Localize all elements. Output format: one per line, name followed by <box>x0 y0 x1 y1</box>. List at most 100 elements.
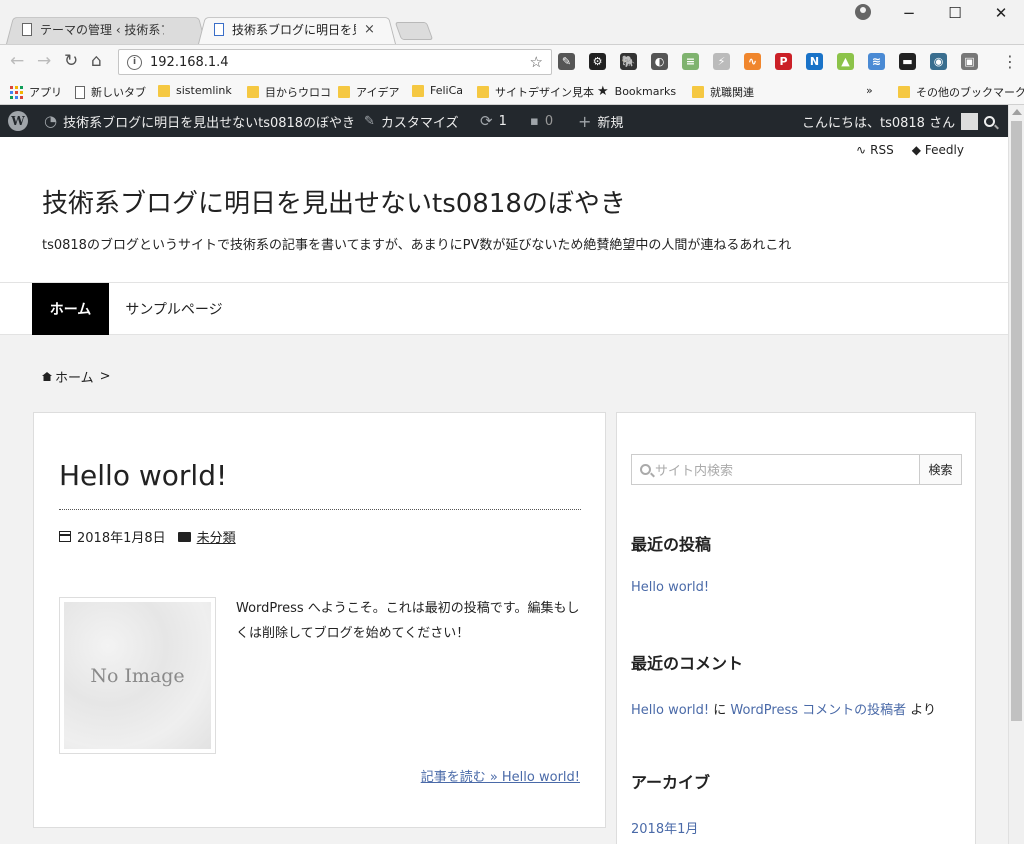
breadcrumb-separator: > <box>99 369 111 384</box>
feedly-link[interactable]: ◆ Feedly <box>912 143 964 157</box>
scroll-up-icon[interactable] <box>1012 109 1022 115</box>
profile-icon[interactable] <box>855 4 871 20</box>
minimize-button[interactable]: − <box>886 4 932 22</box>
bookmarks-overflow-button[interactable]: » <box>866 84 873 97</box>
android-icon[interactable]: ▲ <box>837 53 854 70</box>
site-header: ∿ RSS ◆ Feedly 技術系ブログに明日を見出せないts0818のぼやき t… <box>0 137 1008 283</box>
bookmark-apps[interactable]: アプリ <box>10 84 62 100</box>
archives-title: アーカイブ <box>631 773 711 792</box>
admin-new[interactable]: + 新規 <box>578 105 623 137</box>
search-input[interactable]: サイト内検索 <box>632 455 919 484</box>
nav-item-sample-page[interactable]: サンプルページ <box>109 283 239 335</box>
chrome-menu-icon[interactable]: ⋮ <box>1002 52 1018 71</box>
bookmark-new-tab[interactable]: 新しいタブ <box>75 84 146 100</box>
bookmark-job[interactable]: 就職関連 <box>692 84 754 100</box>
recent-posts-title: 最近の投稿 <box>631 535 712 554</box>
folder-icon <box>177 531 191 542</box>
folder-icon <box>412 84 424 97</box>
wordpress-icon: W <box>8 111 28 131</box>
search-icon <box>984 115 995 127</box>
close-window-button[interactable]: ✕ <box>978 4 1024 22</box>
scroll-thumb[interactable] <box>1011 121 1022 721</box>
folder-icon <box>692 86 704 98</box>
folder-icon <box>477 86 489 98</box>
folder-icon <box>158 84 170 97</box>
reload-icon[interactable]: ↻ <box>64 51 78 71</box>
folder-icon <box>898 86 910 98</box>
star-icon: ★ <box>597 84 609 99</box>
comment-author-link[interactable]: WordPress コメントの投稿者 <box>730 703 906 718</box>
new-ext-icon[interactable]: N <box>806 53 823 70</box>
title-divider <box>59 509 581 510</box>
evernote-icon[interactable]: 🐘 <box>620 53 637 70</box>
bookmark-sistemlink[interactable]: sistemlink <box>158 84 232 97</box>
page-icon <box>75 85 85 99</box>
breadcrumb: ホーム > <box>42 367 111 386</box>
admin-updates[interactable]: ⟳ 1 <box>480 105 507 137</box>
admin-my-account[interactable]: こんにちは、ts0818 さん <box>802 105 979 137</box>
rss-link[interactable]: ∿ RSS <box>856 143 894 157</box>
bookmark-idea[interactable]: アイデア <box>338 84 399 100</box>
bookmark-bookmarks[interactable]: ★ Bookmarks <box>597 84 676 99</box>
title-bar: テーマの管理 ‹ 技術系ブログ 技術系ブログに明日を見出せな × − ☐ ✕ <box>0 0 1024 44</box>
rss-ext-icon[interactable]: ∿ <box>744 53 761 70</box>
admin-search[interactable] <box>984 105 995 137</box>
tab-theme-admin[interactable]: テーマの管理 ‹ 技術系ブログ <box>6 15 206 44</box>
archive-link[interactable]: 2018年1月 <box>631 818 698 837</box>
admin-site-name[interactable]: ◔ 技術系ブログに明日を見出せないts0818のぼやき <box>44 105 355 137</box>
wp-admin-bar: W ◔ 技術系ブログに明日を見出せないts0818のぼやき ✎ カスタマイズ ⟳… <box>0 105 1008 137</box>
bolt-ext-icon[interactable]: ⚡ <box>713 53 730 70</box>
calendar-icon <box>59 531 71 542</box>
back-arrow-icon[interactable]: ← <box>10 51 24 71</box>
global-nav: ホーム サンプルページ <box>0 283 1008 335</box>
no-image-placeholder: No Image <box>64 602 211 749</box>
dashboard-icon: ◔ <box>44 112 58 130</box>
tab-close-icon[interactable]: × <box>364 22 375 37</box>
recent-post-link[interactable]: Hello world! <box>631 580 709 595</box>
bookmark-star-icon[interactable]: ☆ <box>530 53 543 71</box>
recent-comment-item: Hello world! に WordPress コメントの投稿者 より <box>631 703 936 718</box>
comment-post-link[interactable]: Hello world! <box>631 703 709 718</box>
search-icon <box>640 464 651 475</box>
image-ext-icon[interactable]: ▣ <box>961 53 978 70</box>
translate-ext-icon[interactable]: ≋ <box>868 53 885 70</box>
address-bar[interactable]: i 192.168.1.4 ☆ <box>118 49 552 75</box>
forward-arrow-icon[interactable]: → <box>37 51 51 71</box>
bookmark-site-design[interactable]: サイトデザイン見本 <box>477 84 594 100</box>
bookmark-other[interactable]: その他のブックマーク <box>898 84 1024 100</box>
url-text[interactable]: 192.168.1.4 <box>150 55 530 70</box>
favicon-icon <box>214 23 224 36</box>
admin-customize[interactable]: ✎ カスタマイズ <box>364 105 459 137</box>
read-more-link[interactable]: 記事を読む » Hello world! <box>421 766 580 785</box>
post-thumbnail[interactable]: No Image <box>59 597 216 754</box>
new-tab-button[interactable] <box>394 22 434 40</box>
nav-item-home[interactable]: ホーム <box>32 283 109 335</box>
brush-icon: ✎ <box>364 113 375 129</box>
bookmark-me-kara-uroko[interactable]: 目からウロコ <box>247 84 331 100</box>
updates-icon: ⟳ <box>480 112 493 130</box>
eye-ext-icon[interactable]: ◉ <box>930 53 947 70</box>
folder-icon <box>338 86 350 98</box>
pinterest-icon[interactable]: P <box>775 53 792 70</box>
shield-ext-icon[interactable]: ◐ <box>651 53 668 70</box>
gear-ext-icon[interactable]: ⚙ <box>589 53 606 70</box>
page-scrollbar[interactable] <box>1008 105 1024 844</box>
site-title[interactable]: 技術系ブログに明日を見出せないts0818のぼやき <box>42 183 626 220</box>
terminal-ext-icon[interactable]: ▬ <box>899 53 916 70</box>
info-icon[interactable]: i <box>127 54 142 70</box>
folder-icon <box>247 86 259 98</box>
tab-blog[interactable]: 技術系ブログに明日を見出せな × <box>198 15 396 44</box>
bookmark-felica[interactable]: FeliCa <box>412 84 463 97</box>
post-title[interactable]: Hello world! <box>59 459 227 492</box>
home-icon[interactable]: ⌂ <box>91 51 102 71</box>
breadcrumb-home[interactable]: ホーム <box>55 367 94 386</box>
wp-logo-button[interactable]: W <box>8 105 28 137</box>
admin-comments[interactable]: ▪ 0 <box>530 105 553 137</box>
eyedropper-icon[interactable]: ✎ <box>558 53 575 70</box>
search-button[interactable]: 検索 <box>919 455 961 484</box>
category-link[interactable]: 未分類 <box>197 527 236 546</box>
maximize-button[interactable]: ☐ <box>932 4 978 22</box>
comment-icon: ▪ <box>530 113 539 129</box>
post-date: 2018年1月8日 <box>77 531 166 546</box>
note-ext-icon[interactable]: ≡ <box>682 53 699 70</box>
